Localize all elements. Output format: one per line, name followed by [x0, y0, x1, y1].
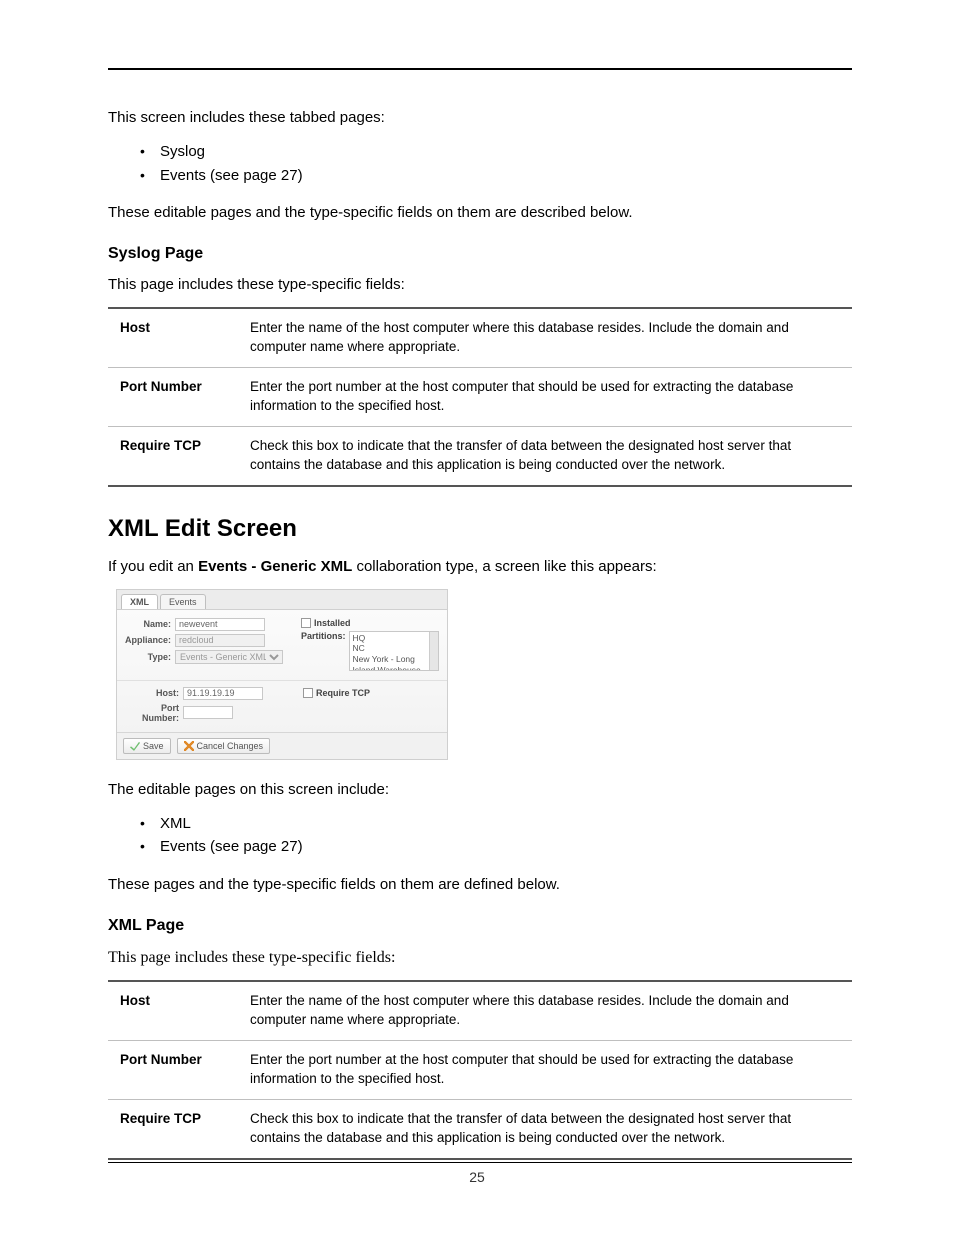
- save-button[interactable]: Save: [123, 738, 171, 754]
- field-desc: Enter the name of the host computer wher…: [238, 981, 852, 1040]
- table-row: Host Enter the name of the host computer…: [108, 308, 852, 367]
- syslog-intro: This page includes these type-specific f…: [108, 275, 852, 295]
- table-row: Port Number Enter the port number at the…: [108, 368, 852, 427]
- require-tcp-label: Require TCP: [316, 688, 370, 698]
- port-number-label: Port Number:: [125, 703, 183, 723]
- text-fragment: collaboration type, a screen like this a…: [352, 558, 656, 575]
- list-item: Syslog: [160, 140, 852, 163]
- table-row: Require TCP Check this box to indicate t…: [108, 426, 852, 485]
- field-desc: Enter the port number at the host comput…: [238, 368, 852, 427]
- require-tcp-checkbox[interactable]: [303, 688, 313, 698]
- field-desc: Check this box to indicate that the tran…: [238, 426, 852, 485]
- list-item: XML: [160, 812, 852, 835]
- appliance-label: Appliance:: [125, 635, 175, 645]
- intro-text-b: These editable pages and the type-specif…: [108, 203, 852, 223]
- xml-intro: If you edit an Events - Generic XML coll…: [108, 557, 852, 577]
- field-name: Host: [108, 981, 238, 1040]
- collab-type-name: Events - Generic XML: [198, 558, 352, 575]
- page-number: 25: [0, 1169, 954, 1185]
- check-icon: [130, 741, 140, 751]
- syslog-page-heading: Syslog Page: [108, 245, 852, 263]
- name-label: Name:: [125, 619, 175, 629]
- xml-edit-screenshot: XML Events Name: Appliance: Type:: [116, 589, 448, 760]
- field-name: Require TCP: [108, 426, 238, 485]
- tab-bar: XML Events: [117, 590, 447, 610]
- port-number-input[interactable]: [183, 706, 233, 719]
- save-button-label: Save: [143, 741, 164, 751]
- field-desc: Check this box to indicate that the tran…: [238, 1100, 852, 1159]
- xml-fields-table: Host Enter the name of the host computer…: [108, 980, 852, 1159]
- list-item: Events (see page 27): [160, 164, 852, 187]
- table-row: Port Number Enter the port number at the…: [108, 1041, 852, 1100]
- field-name: Port Number: [108, 1041, 238, 1100]
- list-item: Events (see page 27): [160, 835, 852, 858]
- xml-edit-screen-heading: XML Edit Screen: [108, 515, 852, 543]
- scrollbar[interactable]: [429, 632, 438, 670]
- type-label: Type:: [125, 652, 175, 662]
- partitions-label: Partitions:: [301, 631, 349, 641]
- intro-text: This screen includes these tabbed pages:: [108, 108, 852, 128]
- list-item: NC: [353, 643, 435, 654]
- host-input[interactable]: [183, 687, 263, 700]
- xml-page-heading: XML Page: [108, 917, 852, 935]
- field-desc: Enter the port number at the host comput…: [238, 1041, 852, 1100]
- cancel-icon: [184, 741, 194, 751]
- partitions-list[interactable]: HQ NC New York - Long Island Warehouse: [349, 631, 439, 671]
- text-fragment: If you edit an: [108, 558, 198, 575]
- field-name: Require TCP: [108, 1100, 238, 1159]
- tab-events[interactable]: Events: [160, 594, 206, 609]
- tab-xml[interactable]: XML: [121, 594, 158, 609]
- cancel-button[interactable]: Cancel Changes: [177, 738, 271, 754]
- installed-label: Installed: [314, 618, 351, 628]
- list-item: HQ: [353, 633, 435, 644]
- xml-after-text-2: These pages and the type-specific fields…: [108, 875, 852, 895]
- header-rule: [108, 68, 852, 70]
- tab-list-2: XML Events (see page 27): [108, 812, 852, 859]
- appliance-input: [175, 634, 265, 647]
- syslog-fields-table: Host Enter the name of the host computer…: [108, 307, 852, 486]
- installed-checkbox[interactable]: [301, 618, 311, 628]
- host-label: Host:: [125, 688, 183, 698]
- list-item: New York - Long Island Warehouse: [353, 654, 435, 671]
- type-select[interactable]: Events - Generic XML: [175, 650, 283, 664]
- xml-after-text: The editable pages on this screen includ…: [108, 780, 852, 800]
- table-row: Host Enter the name of the host computer…: [108, 981, 852, 1040]
- field-name: Port Number: [108, 368, 238, 427]
- table-row: Require TCP Check this box to indicate t…: [108, 1100, 852, 1159]
- name-input[interactable]: [175, 618, 265, 631]
- xml-page-intro: This page includes these type-specific f…: [108, 947, 852, 969]
- footer-rule: [108, 1162, 852, 1163]
- tab-list-1: Syslog Events (see page 27): [108, 140, 852, 187]
- cancel-button-label: Cancel Changes: [197, 741, 264, 751]
- field-name: Host: [108, 308, 238, 367]
- field-desc: Enter the name of the host computer wher…: [238, 308, 852, 367]
